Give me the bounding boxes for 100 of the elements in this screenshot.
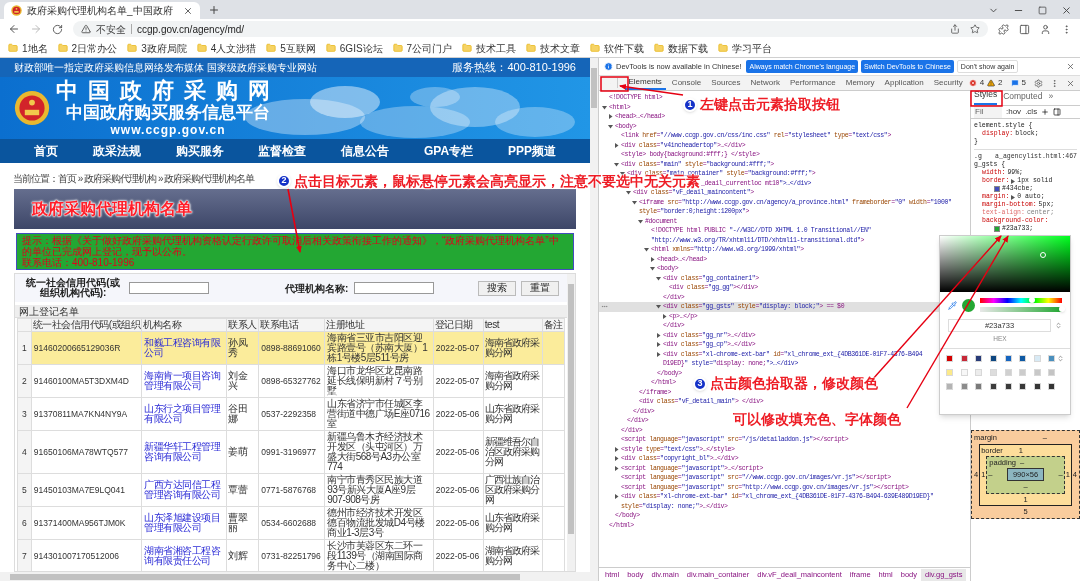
table-cell: 2022-05-06 — [433, 397, 484, 431]
row-number: 5 — [17, 473, 32, 507]
column-header: test — [483, 318, 543, 332]
bookmark[interactable]: 技术工具 — [460, 40, 519, 56]
table-cell: 91371400MA956TJM0K — [31, 506, 142, 540]
table-cell: 山东省济宁市任城区李营街道中德广场E座0716室 — [324, 397, 434, 431]
field-label: 统一社会信用代码(或组织机构代码): — [25, 278, 121, 298]
bookmark[interactable]: 4人文涉猎 — [194, 40, 259, 56]
bookmark[interactable]: 数据下载 — [652, 40, 711, 56]
field-label: 代理机构名称: — [285, 281, 349, 296]
security-label: 不安全 — [96, 22, 126, 37]
bookmark[interactable]: 1地名 — [6, 40, 50, 56]
nav-link[interactable]: 购买服务 — [175, 142, 224, 160]
nav-link[interactable]: GPA专栏 — [424, 142, 474, 160]
site-title: 中国政府采购网 — [56, 80, 280, 102]
table-cell: 山东省政府采购分网 — [483, 506, 543, 540]
hov-button[interactable]: :hov — [1006, 106, 1022, 118]
table-cell: 孙凤秀 — [226, 331, 259, 365]
bookmark[interactable]: 5互联网 — [264, 40, 318, 56]
row-number: 4 — [17, 430, 32, 474]
bookmark[interactable]: 3政府局院 — [125, 40, 189, 56]
table-cell: 91460100MA5T3DXM4D — [31, 364, 142, 398]
table-cell: 德州市经济技术开发区德百物流批发城D4号楼商业1-3层3号 — [324, 506, 434, 540]
row-number: 7 — [17, 539, 32, 571]
annotation-text: 左键点击元素拾取按钮 — [700, 97, 840, 111]
bookmark[interactable]: 7公司门户 — [390, 40, 455, 56]
devtools-tab[interactable]: Network — [746, 76, 784, 90]
table-cell: 0898-65327762 — [258, 364, 325, 398]
column-header: 登记日期 — [433, 318, 484, 332]
table-cell: 覃蕾 — [226, 473, 259, 507]
nav-link[interactable]: PPP频道 — [507, 142, 556, 160]
styles-tab[interactable]: Styles — [974, 91, 998, 105]
row-number: 3 — [17, 397, 32, 431]
table-cell: 0537-2292358 — [258, 397, 325, 431]
table-cell: 广西壮族自治区政府采购分网 — [483, 473, 543, 507]
site-url: www.ccgp.gov.cn — [110, 124, 226, 136]
search-button[interactable]: 重置 — [521, 280, 559, 296]
header-title: 政府采购代理机构名单 — [32, 199, 192, 219]
table-cell: 新疆乌鲁木齐经济技术开发区（头屯河区）万盛大街568号A3办公室774 — [324, 430, 434, 474]
annotation-text: 可以修改填充色、字体颜色 — [733, 412, 901, 426]
table-cell: 2022-05-06 — [433, 430, 484, 474]
table-cell: 0898-88691060 — [258, 331, 325, 365]
tab-title: 政府采购代理机构名单_中国政府 — [27, 4, 174, 18]
table-cell: 山东省政府采购分网 — [483, 397, 543, 431]
column-header: 备注 — [542, 318, 565, 332]
bookmark[interactable]: 2日常办公 — [55, 40, 120, 56]
search-button[interactable]: 搜索 — [478, 280, 516, 296]
table-cell: 91460200665129036R — [31, 331, 142, 365]
devtools-tab[interactable]: Security — [929, 76, 967, 90]
devtools-tab[interactable]: Performance — [785, 76, 840, 90]
message-count: 5 — [1021, 77, 1026, 89]
notice-phone: 联系电话：400-810-1996 — [22, 257, 136, 268]
devtools-tab[interactable]: Memory — [841, 76, 879, 90]
browser-tab[interactable]: 政府采购代理机构名单_中国政府 — [4, 2, 200, 19]
table-cell: 姜萌 — [226, 430, 259, 474]
devtools-tab[interactable]: Console — [667, 76, 706, 90]
address-bar[interactable]: 不安全 ccgp.gov.cn/agency/md/ — [73, 21, 988, 37]
table-cell: 刘金兴 — [226, 364, 259, 398]
hotline-text: 服务热线：400-810-1996 — [452, 60, 576, 76]
nav-link[interactable]: 信息公告 — [341, 142, 390, 160]
devtools-tab[interactable]: Elements — [624, 76, 666, 90]
bookmark[interactable]: 6GIS论坛 — [323, 40, 385, 56]
table-cell: 91650106MA78WTQ577 — [31, 430, 142, 474]
table-cell: 海南省政府采购分网 — [483, 364, 543, 398]
column-header: 统一社会信用代码(或组织 — [31, 318, 142, 332]
more-tabs-button[interactable]: » — [1048, 91, 1054, 105]
table-cell: 0991-3196977 — [258, 430, 325, 474]
warning-count: 2 — [998, 77, 1003, 89]
nav-link[interactable]: 首页 — [34, 142, 58, 160]
column-header: 注册地址 — [324, 318, 434, 332]
table-cell: 谷田娜 — [226, 397, 259, 431]
table-cell: 2022-05-07 — [433, 331, 484, 365]
table-cell: 海南省三亚市吉阳区迎宾路壹号（苏南大厦）1栋1号楼5层511号房 — [324, 331, 434, 365]
slogan-text: 财政部唯一指定政府采购信息网络发布媒体 国家级政府采购专业网站 — [14, 61, 317, 75]
row-number: 6 — [17, 506, 32, 540]
bookmark[interactable]: 技术文章 — [524, 40, 583, 56]
nav-link[interactable]: 监督检查 — [258, 142, 307, 160]
table-cell: 2022-05-06 — [433, 473, 484, 507]
devtools-tab[interactable]: Application — [880, 76, 928, 90]
table-cell: 曹翠丽 — [226, 506, 259, 540]
table-cell: 南宁市青秀区民族大道93号新兴大厦A座9层907-908号房 — [324, 473, 434, 507]
table-cell: 2022-05-06 — [433, 506, 484, 540]
breadcrumb-text: 当前位置：首页 » 政府采购代理机构 » 政府采购代理机构名单 — [13, 173, 255, 185]
url-text: ccgp.gov.cn/agency/md/ — [137, 22, 245, 37]
table-cell: 2022-05-07 — [433, 364, 484, 398]
column-header: 联系电话 — [258, 318, 325, 332]
bookmark[interactable]: 学习平台 — [716, 40, 775, 56]
list-title: 网上登记名单 — [19, 304, 79, 319]
styles-tab[interactable]: Computed — [1003, 91, 1043, 105]
nav-link[interactable]: 政采法规 — [92, 142, 141, 160]
bookmark[interactable]: 软件下载 — [588, 40, 647, 56]
devtools-tab[interactable]: Sources — [707, 76, 745, 90]
table-cell: 91450103MA7E9LQ041 — [31, 473, 142, 507]
table-cell: 0771-5876768 — [258, 473, 325, 507]
site-subtitle: 中国政府购买服务信息平台 — [66, 104, 270, 121]
error-count: 4 — [979, 77, 985, 89]
table-cell: 0534-6602688 — [258, 506, 325, 540]
cls-button[interactable]: .cls — [1025, 106, 1038, 118]
table-cell: 91370811MA7KN4NY9A — [31, 397, 142, 431]
table-cell: 海南省政府采购分网 — [483, 331, 543, 365]
